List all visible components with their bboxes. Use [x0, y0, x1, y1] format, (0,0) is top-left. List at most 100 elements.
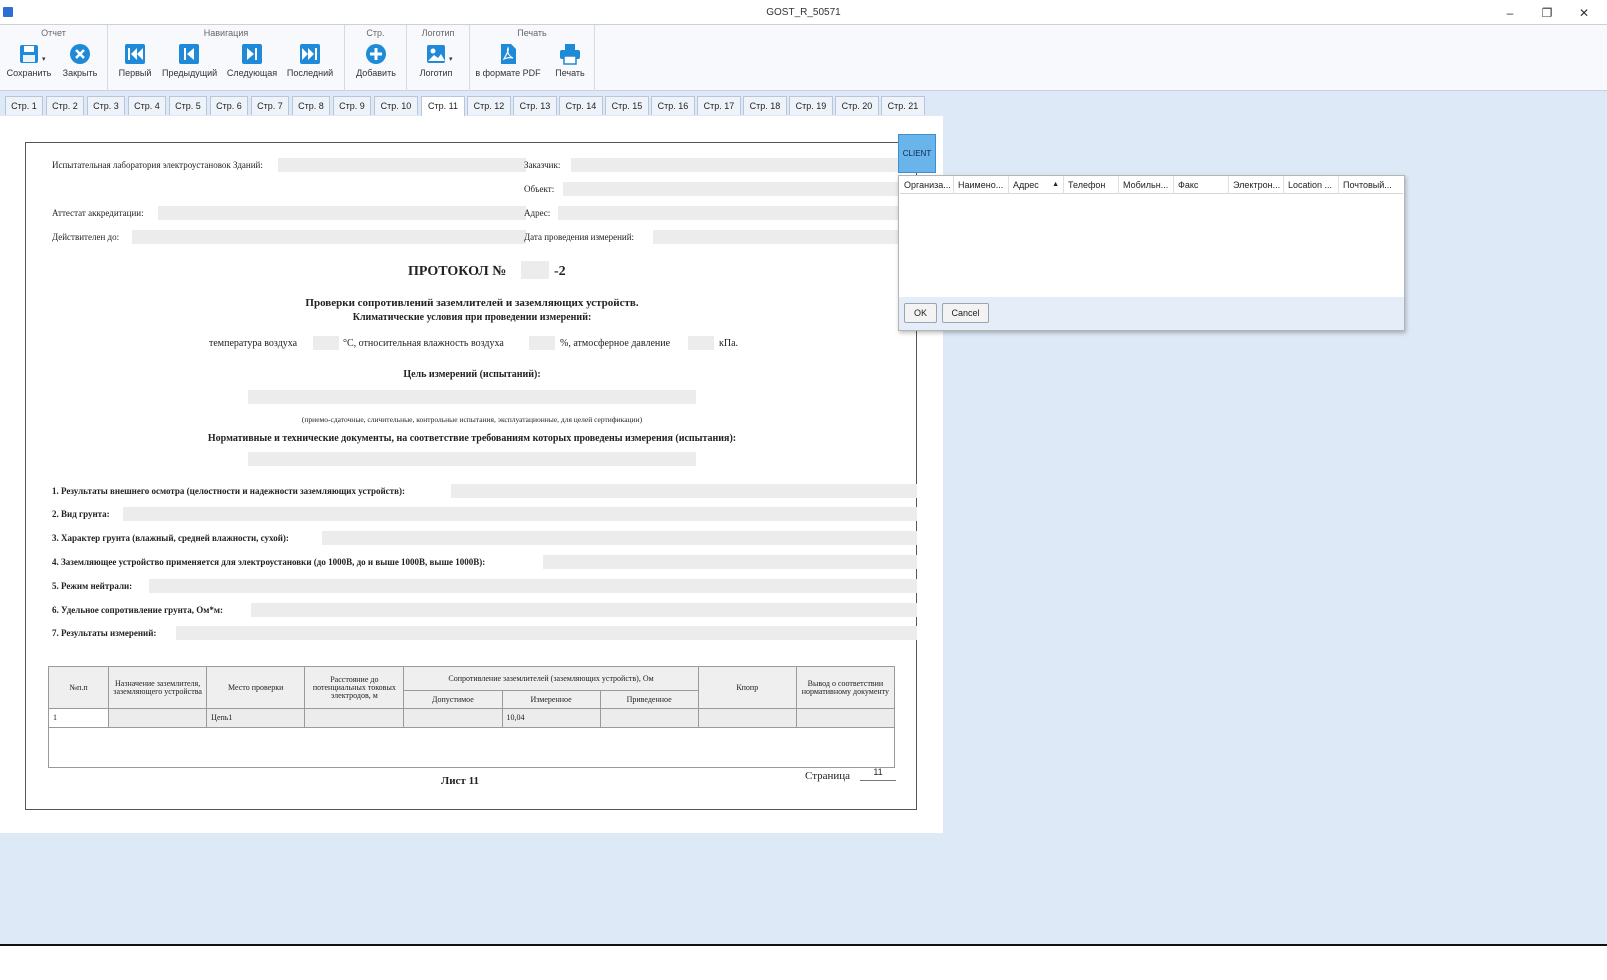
save-label: Сохранить [6, 68, 52, 78]
close-window-button[interactable]: ✕ [1569, 4, 1599, 22]
cancel-button[interactable]: Cancel [942, 303, 989, 323]
cell-conclusion[interactable] [795, 708, 896, 728]
save-button[interactable]: Сохранить [2, 42, 56, 88]
logo-button[interactable]: Логотип [409, 42, 463, 88]
protocol-number-field[interactable] [521, 261, 549, 279]
tab-page-16[interactable]: Стр. 16 [651, 96, 695, 115]
add-circle-icon [366, 44, 386, 64]
item-neutral-mode-field[interactable] [149, 579, 917, 593]
col-fax[interactable]: Факс [1174, 176, 1229, 194]
address-field[interactable] [558, 206, 917, 220]
tab-page-9[interactable]: Стр. 9 [333, 96, 371, 115]
tab-page-15[interactable]: Стр. 15 [605, 96, 649, 115]
previous-page-button[interactable]: Предыдущий [162, 42, 217, 88]
item-results-field[interactable] [176, 626, 917, 640]
tab-page-2[interactable]: Стр. 2 [46, 96, 84, 115]
pressure-field[interactable] [688, 336, 714, 350]
item-external-inspection-field[interactable] [451, 484, 917, 498]
cell-measured[interactable]: 10,04 [501, 708, 601, 728]
item-grounding-usage-field[interactable] [543, 555, 917, 569]
print-label: Печать [555, 68, 585, 78]
goal-field[interactable] [248, 390, 696, 404]
date-field[interactable] [653, 230, 917, 244]
save-dropdown-icon[interactable]: ▾ [42, 55, 46, 63]
item-neutral-mode: 5. Режим нейтрали: [52, 581, 133, 591]
tab-page-14[interactable]: Стр. 14 [559, 96, 603, 115]
humidity-field[interactable] [529, 336, 555, 350]
ok-button[interactable]: OK [904, 303, 937, 323]
col-name[interactable]: Наимено... [954, 176, 1009, 194]
cell-kcoef[interactable] [697, 708, 797, 728]
first-page-button[interactable]: Первый [108, 42, 162, 88]
col-phone[interactable]: Телефон [1064, 176, 1119, 194]
next-page-label: Следующая [226, 68, 278, 78]
address-label: Адрес: [524, 208, 551, 218]
export-pdf-button[interactable]: в формате PDF [472, 42, 544, 88]
tab-page-21[interactable]: Стр. 21 [881, 96, 925, 115]
temp-field[interactable] [313, 336, 339, 350]
col-postal[interactable]: Почтовый... [1339, 176, 1403, 194]
restore-button[interactable]: ❐ [1532, 4, 1562, 22]
object-label: Объект: [524, 184, 555, 194]
item-soil-type-field[interactable] [123, 507, 917, 521]
item-soil-resistivity-field[interactable] [251, 603, 917, 617]
tab-page-10[interactable]: Стр. 10 [374, 96, 418, 115]
tab-page-17[interactable]: Стр. 17 [697, 96, 741, 115]
cell-place[interactable]: Цепь1 [206, 708, 306, 728]
item-soil-type: 2. Вид грунта: [52, 509, 110, 519]
tab-page-1[interactable]: Стр. 1 [5, 96, 43, 115]
skip-previous-icon [179, 44, 199, 64]
tab-page-7[interactable]: Стр. 7 [251, 96, 289, 115]
lab-label: Испытательная лаборатория электроустанов… [52, 160, 263, 170]
cell-distance[interactable] [304, 708, 405, 728]
tab-page-3[interactable]: Стр. 3 [87, 96, 125, 115]
docs-field[interactable] [248, 452, 696, 466]
attest-field[interactable] [158, 206, 526, 220]
title-bar: GOST_R_50571 – ❐ ✕ [0, 0, 1607, 25]
lab-field[interactable] [278, 158, 526, 172]
tab-page-20[interactable]: Стр. 20 [835, 96, 879, 115]
tab-page-5[interactable]: Стр. 5 [169, 96, 207, 115]
cell-allowed[interactable] [403, 708, 503, 728]
client-grid-header: Организа... Наимено... Адрес ▲ Телефон М… [900, 176, 1403, 194]
close-report-button[interactable]: Закрыть [53, 42, 107, 88]
col-header-number: №п.п [47, 666, 110, 709]
object-field[interactable] [563, 182, 917, 196]
tab-page-18[interactable]: Стр. 18 [743, 96, 787, 115]
last-page-button[interactable]: Последний [283, 42, 337, 88]
add-page-button[interactable]: Добавить [349, 42, 403, 88]
item-grounding-usage: 4. Заземляющее устройство применяется дл… [52, 557, 486, 567]
tab-page-12[interactable]: Стр. 12 [467, 96, 511, 115]
cell-reduced[interactable] [599, 708, 699, 728]
print-button[interactable]: Печать [543, 42, 597, 88]
cell-purpose[interactable] [108, 708, 208, 728]
tab-page-11[interactable]: Стр. 11 [421, 96, 465, 117]
tab-page-19[interactable]: Стр. 19 [789, 96, 833, 115]
valid-until-label: Действителен до: [52, 232, 120, 242]
col-email[interactable]: Электрон... [1229, 176, 1284, 194]
tab-page-4[interactable]: Стр. 4 [128, 96, 166, 115]
col-location[interactable]: Location ... [1284, 176, 1339, 194]
tab-page-6[interactable]: Стр. 6 [210, 96, 248, 115]
client-button[interactable]: CLIENT [898, 134, 936, 173]
tab-page-8[interactable]: Стр. 8 [292, 96, 330, 115]
page-number-field[interactable]: 11 [860, 767, 896, 781]
col-organization[interactable]: Организа... [900, 176, 954, 194]
ribbon-group-title: Навигация [203, 28, 249, 38]
item-soil-character: 3. Характер грунта (влажный, средней вла… [52, 533, 289, 543]
customer-field[interactable] [571, 158, 917, 172]
item-soil-character-field[interactable] [322, 531, 917, 545]
valid-until-field[interactable] [132, 230, 526, 244]
protocol-title: ПРОТОКОЛ № [408, 264, 507, 279]
popup-footer: OK Cancel [899, 297, 1404, 330]
next-page-button[interactable]: Следующая [225, 42, 279, 88]
date-label: Дата проведения измерений: [524, 232, 635, 242]
cell-number[interactable]: 1 [47, 708, 110, 728]
logo-dropdown-icon[interactable]: ▾ [449, 55, 453, 63]
col-header-distance: Расстояние до потенциальных токовых элек… [304, 666, 405, 709]
minimize-button[interactable]: – [1495, 4, 1525, 22]
col-mobile[interactable]: Мобильн... [1119, 176, 1174, 194]
client-grid-body[interactable] [900, 195, 1403, 298]
tab-page-13[interactable]: Стр. 13 [513, 96, 557, 115]
col-address[interactable]: Адрес ▲ [1009, 176, 1064, 194]
